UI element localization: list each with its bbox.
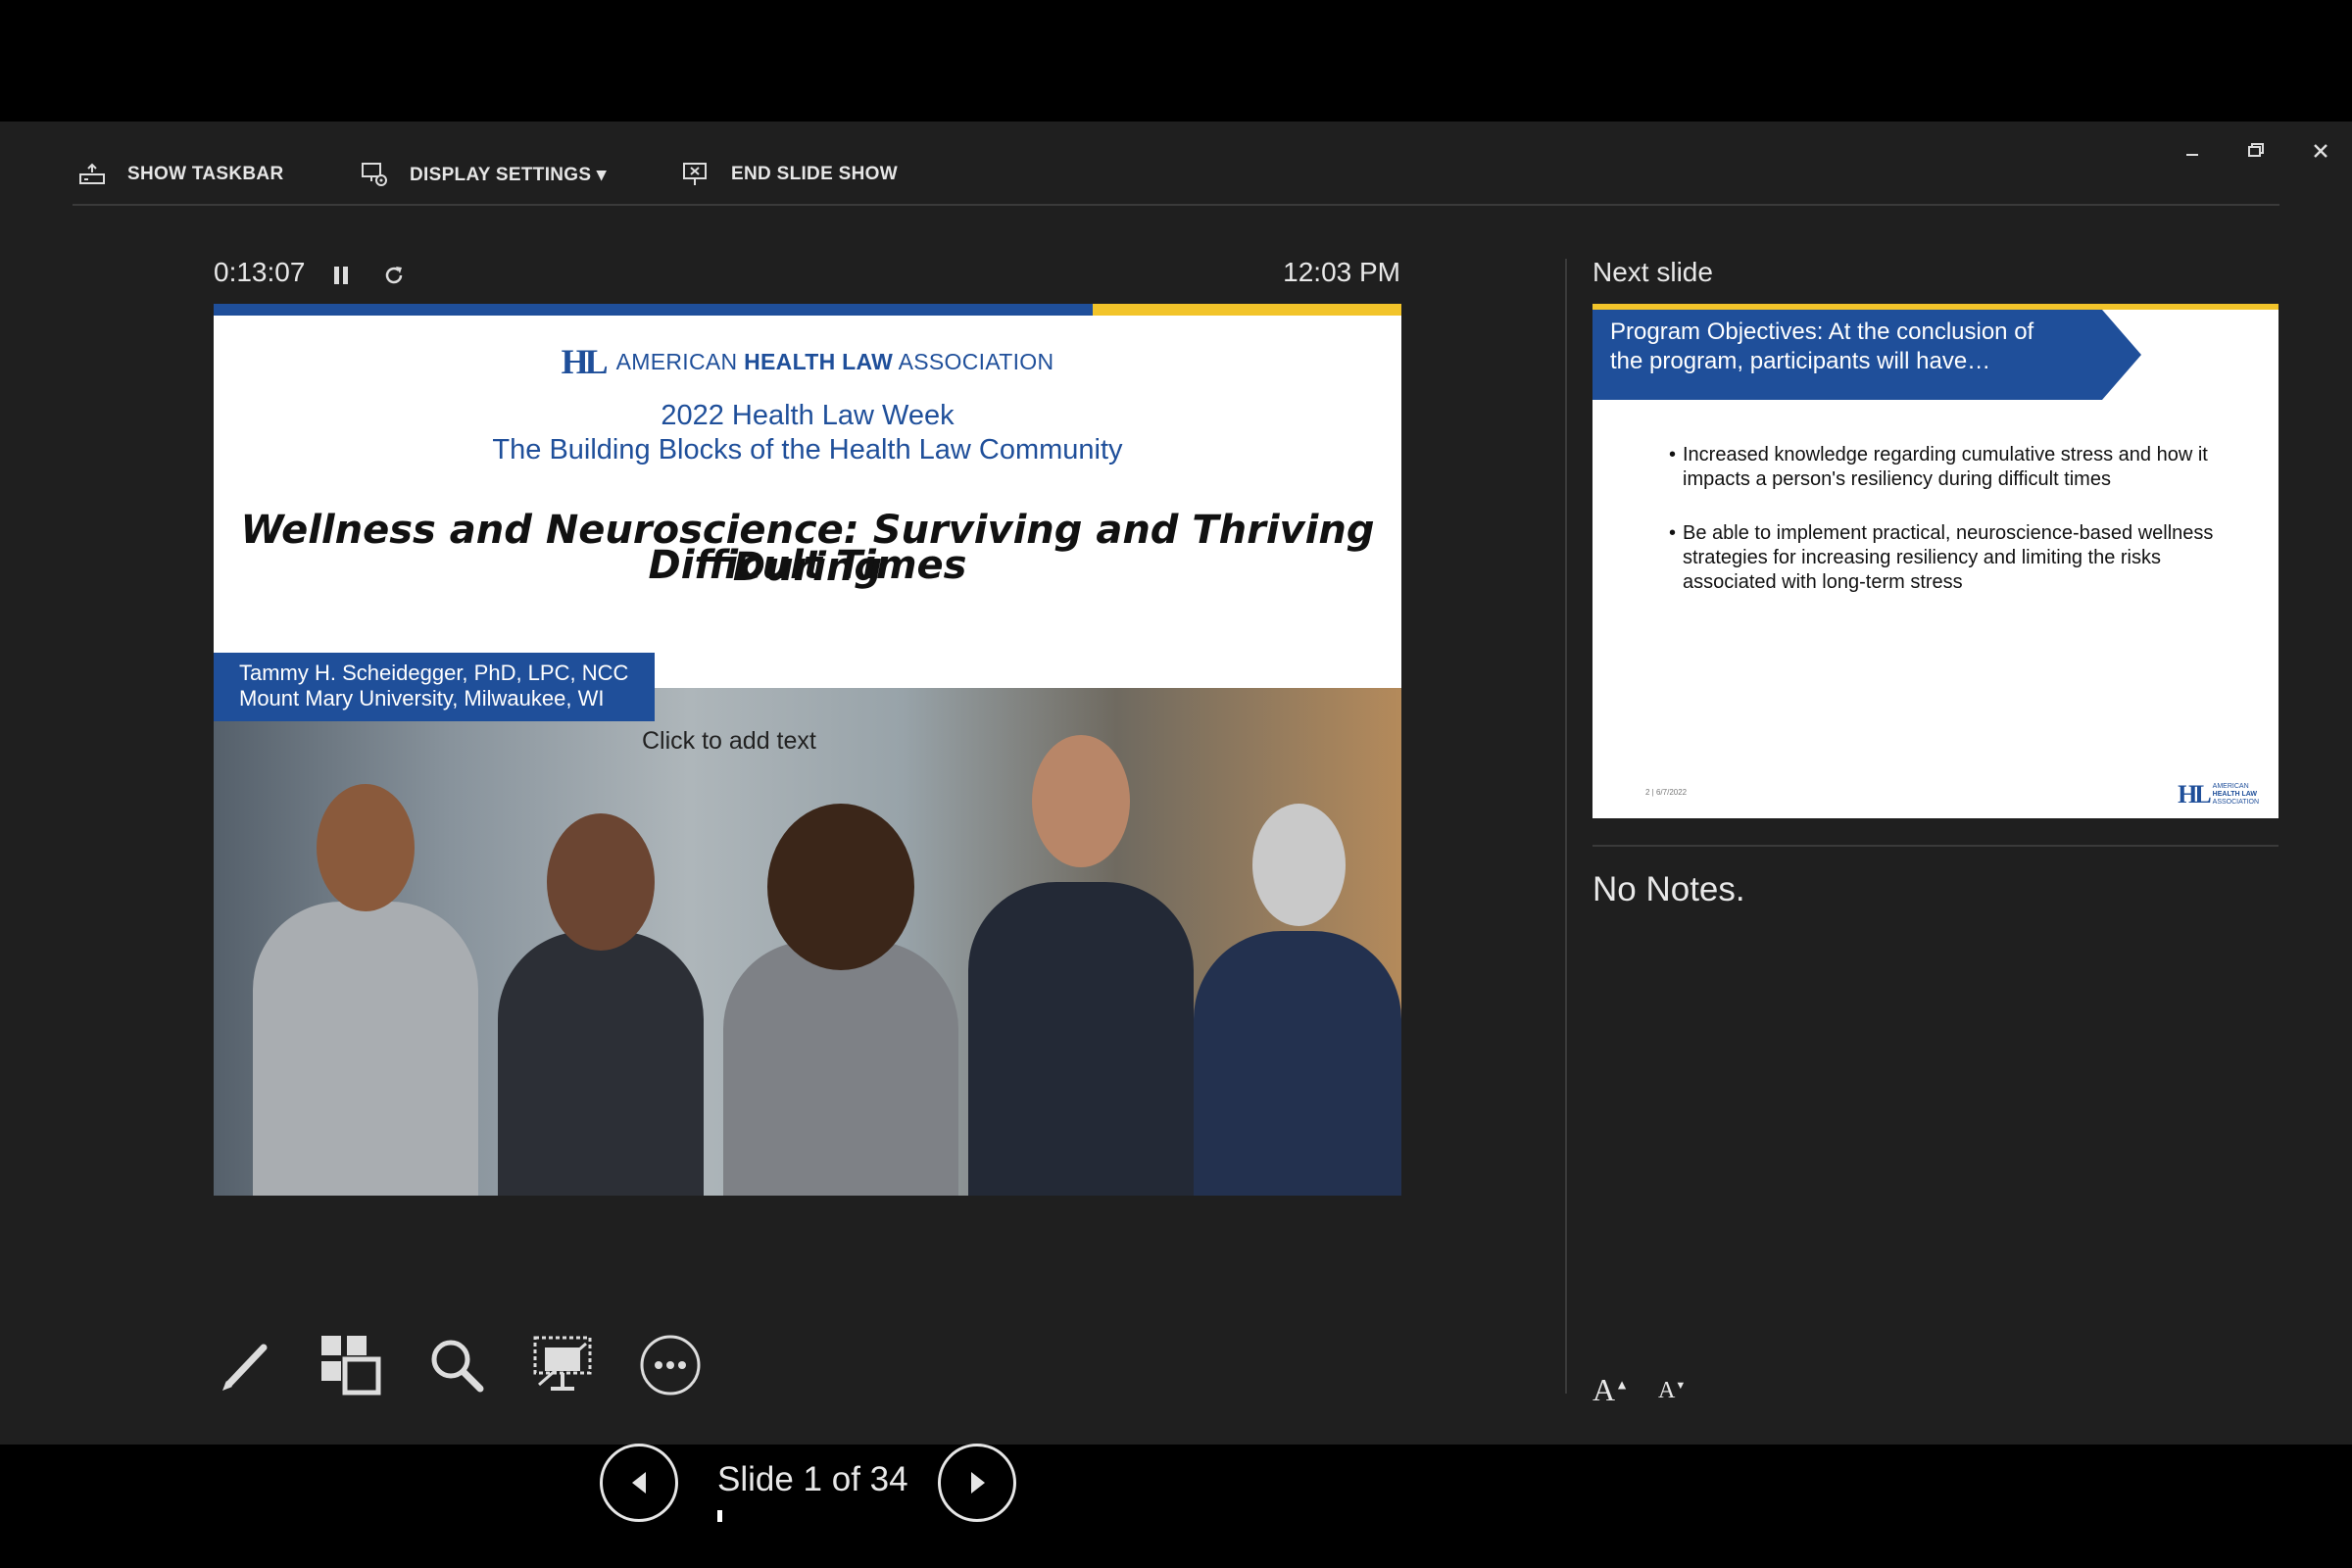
reset-timer-button[interactable] (377, 259, 411, 292)
next-slide-bullets: Increased knowledge regarding cumulative… (1669, 443, 2247, 624)
close-button[interactable] (2301, 131, 2340, 171)
grid-icon (321, 1336, 381, 1396)
end-slide-show-label: END SLIDE SHOW (731, 164, 898, 184)
slide-progress-fill (717, 1510, 723, 1522)
person-5 (1194, 804, 1401, 1196)
next-slide-button[interactable] (938, 1444, 1016, 1522)
pane-divider[interactable] (1565, 259, 1567, 1394)
slide-subtitle-2: The Building Blocks of the Health Law Co… (492, 434, 1123, 466)
org-name-bold: HEALTH LAW (744, 348, 894, 374)
speaker-box: Tammy H. Scheidegger, PhD, LPC, NCC Moun… (214, 653, 655, 721)
toolbar-divider (73, 204, 2279, 206)
next-slide-bullet-2: Be able to implement practical, neurosci… (1669, 521, 2247, 595)
restore-button[interactable] (2236, 131, 2276, 171)
next-slide-title-line-1: Program Objectives: At the conclusion of (1610, 318, 2034, 345)
speaker-notes[interactable]: No Notes. (1592, 870, 1745, 909)
logo-text-1: AMERICAN (2212, 783, 2249, 790)
screen-toggle-icon (533, 1336, 592, 1391)
next-slide-bullet-1: Increased knowledge regarding cumulative… (1669, 443, 2247, 492)
more-icon (640, 1335, 701, 1396)
logo-text-2: HEALTH LAW (2212, 791, 2258, 798)
next-slide-yellow-bar (1592, 304, 2278, 310)
slide-subtitle-1: 2022 Health Law Week (661, 400, 955, 431)
ahla-logo-icon: HL (2178, 780, 2212, 808)
previous-slide-button[interactable] (600, 1444, 678, 1522)
association-header: HL AMERICAN HEALTH LAW ASSOCIATION (214, 341, 1401, 382)
pen-icon (222, 1344, 268, 1391)
previous-arrow-icon (632, 1472, 646, 1494)
taskbar-icon (79, 163, 105, 184)
elapsed-timer: 0:13:07 (214, 257, 306, 287)
pen-tool-button[interactable] (214, 1333, 278, 1397)
slide-top-yellow-bar (1093, 304, 1401, 316)
see-all-slides-button[interactable] (318, 1333, 383, 1397)
slide-title-line-2: Difficult Times (648, 543, 967, 588)
logo-text-3: ASSOCIATION (2212, 799, 2259, 806)
pause-icon (334, 267, 348, 284)
current-slide[interactable]: HL AMERICAN HEALTH LAW ASSOCIATION 2022 … (214, 304, 1401, 1196)
display-settings-icon (362, 163, 387, 186)
next-slide-label: Next slide (1592, 257, 1713, 287)
font-decrease-icon: A▼ (1658, 1378, 1687, 1403)
team-photo (214, 688, 1401, 1196)
magnifier-icon (431, 1340, 484, 1393)
black-screen-button[interactable] (530, 1333, 595, 1397)
person-1 (253, 784, 478, 1196)
show-taskbar-button[interactable]: SHOW TASKBAR (78, 155, 283, 194)
speaker-name: Tammy H. Scheidegger, PhD, LPC, NCC (239, 661, 629, 685)
next-slide-title-line-2: the program, participants will have… (1610, 348, 1991, 374)
next-slide-banner: Program Objectives: At the conclusion of… (1592, 310, 2141, 400)
font-increase-icon: A▲ (1592, 1372, 1629, 1407)
next-arrow-icon (971, 1472, 985, 1494)
decrease-font-button[interactable]: A▼ (1658, 1378, 1686, 1404)
next-slide-preview[interactable]: Program Objectives: At the conclusion of… (1592, 304, 2278, 818)
speaker-affiliation: Mount Mary University, Milwaukee, WI (239, 686, 605, 710)
restore-icon (2248, 143, 2264, 157)
org-name-end: ASSOCIATION (898, 348, 1054, 374)
notes-divider (1592, 845, 2278, 847)
slide-progress-bar (717, 1510, 898, 1522)
text-placeholder[interactable]: Click to add text (642, 727, 816, 756)
person-3 (723, 804, 958, 1196)
person-2 (498, 813, 704, 1196)
display-settings-button[interactable]: DISPLAY SETTINGS ▾ (361, 155, 607, 194)
more-options-button[interactable] (638, 1333, 703, 1397)
org-name-start: AMERICAN (615, 348, 738, 374)
end-show-icon (683, 163, 707, 185)
increase-font-button[interactable]: A▲ (1592, 1372, 1629, 1408)
minimize-icon (2186, 154, 2198, 156)
ahla-logo-icon: HL (561, 342, 609, 381)
close-icon (2314, 144, 2328, 158)
display-settings-label: DISPLAY SETTINGS ▾ (410, 164, 607, 185)
minimize-button[interactable] (2173, 131, 2212, 171)
pause-timer-button[interactable] (324, 259, 358, 292)
current-time: 12:03 PM (1283, 257, 1400, 287)
person-4 (968, 735, 1194, 1196)
zoom-button[interactable] (424, 1333, 489, 1397)
show-taskbar-label: SHOW TASKBAR (127, 164, 284, 184)
next-slide-footer: 2 | 6/7/2022 (1645, 788, 1688, 797)
restart-icon (385, 267, 403, 284)
slide-counter[interactable]: Slide 1 of 34 (717, 1460, 908, 1499)
end-slide-show-button[interactable]: END SLIDE SHOW (682, 155, 898, 194)
presenter-view: SHOW TASKBAR DISPLAY SETTINGS ▾ END SLID… (0, 122, 2352, 1522)
next-slide-logo: HL AMERICAN HEALTH LAW ASSOCIATION (2178, 780, 2259, 809)
slide-top-blue-bar (214, 304, 1093, 316)
